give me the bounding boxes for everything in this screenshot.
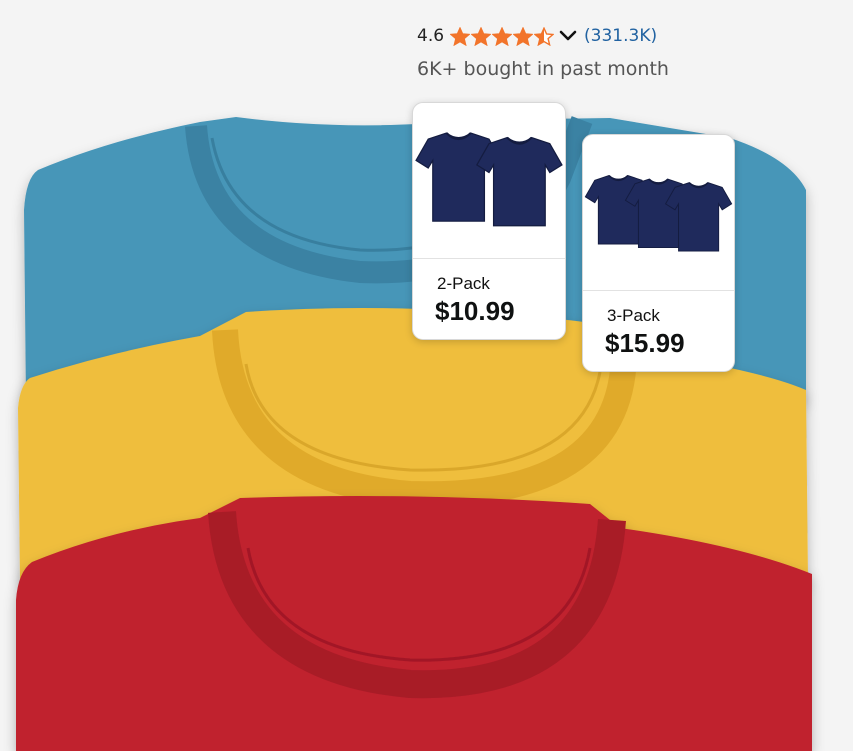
star-icon: [471, 26, 492, 46]
star-icon: [450, 26, 471, 46]
pack-price: $10.99: [435, 296, 515, 326]
pack-option-2-pack[interactable]: 2-Pack $10.99: [412, 102, 566, 340]
pack-thumbnail: [413, 103, 565, 259]
chevron-down-icon[interactable]: [559, 30, 577, 42]
pack-price: $15.99: [605, 328, 685, 358]
rating-row: 4.6 (331.3K): [417, 24, 657, 48]
bought-in-past-month: 6K+ bought in past month: [417, 58, 669, 80]
star-icon: [513, 26, 534, 46]
star-icon: [492, 26, 513, 46]
pack-label: 2-Pack: [437, 274, 490, 293]
shirts-icon: [415, 132, 563, 227]
pack-label: 3-Pack: [607, 306, 660, 325]
pack-thumbnail: [583, 135, 734, 291]
shirts-icon: [584, 175, 733, 252]
pack-option-3-pack[interactable]: 3-Pack $15.99: [582, 134, 735, 372]
star-rating[interactable]: [450, 26, 555, 46]
rating-count-link[interactable]: (331.3K): [584, 26, 657, 46]
star-icon: [534, 26, 555, 46]
rating-value: 4.6: [417, 26, 445, 46]
